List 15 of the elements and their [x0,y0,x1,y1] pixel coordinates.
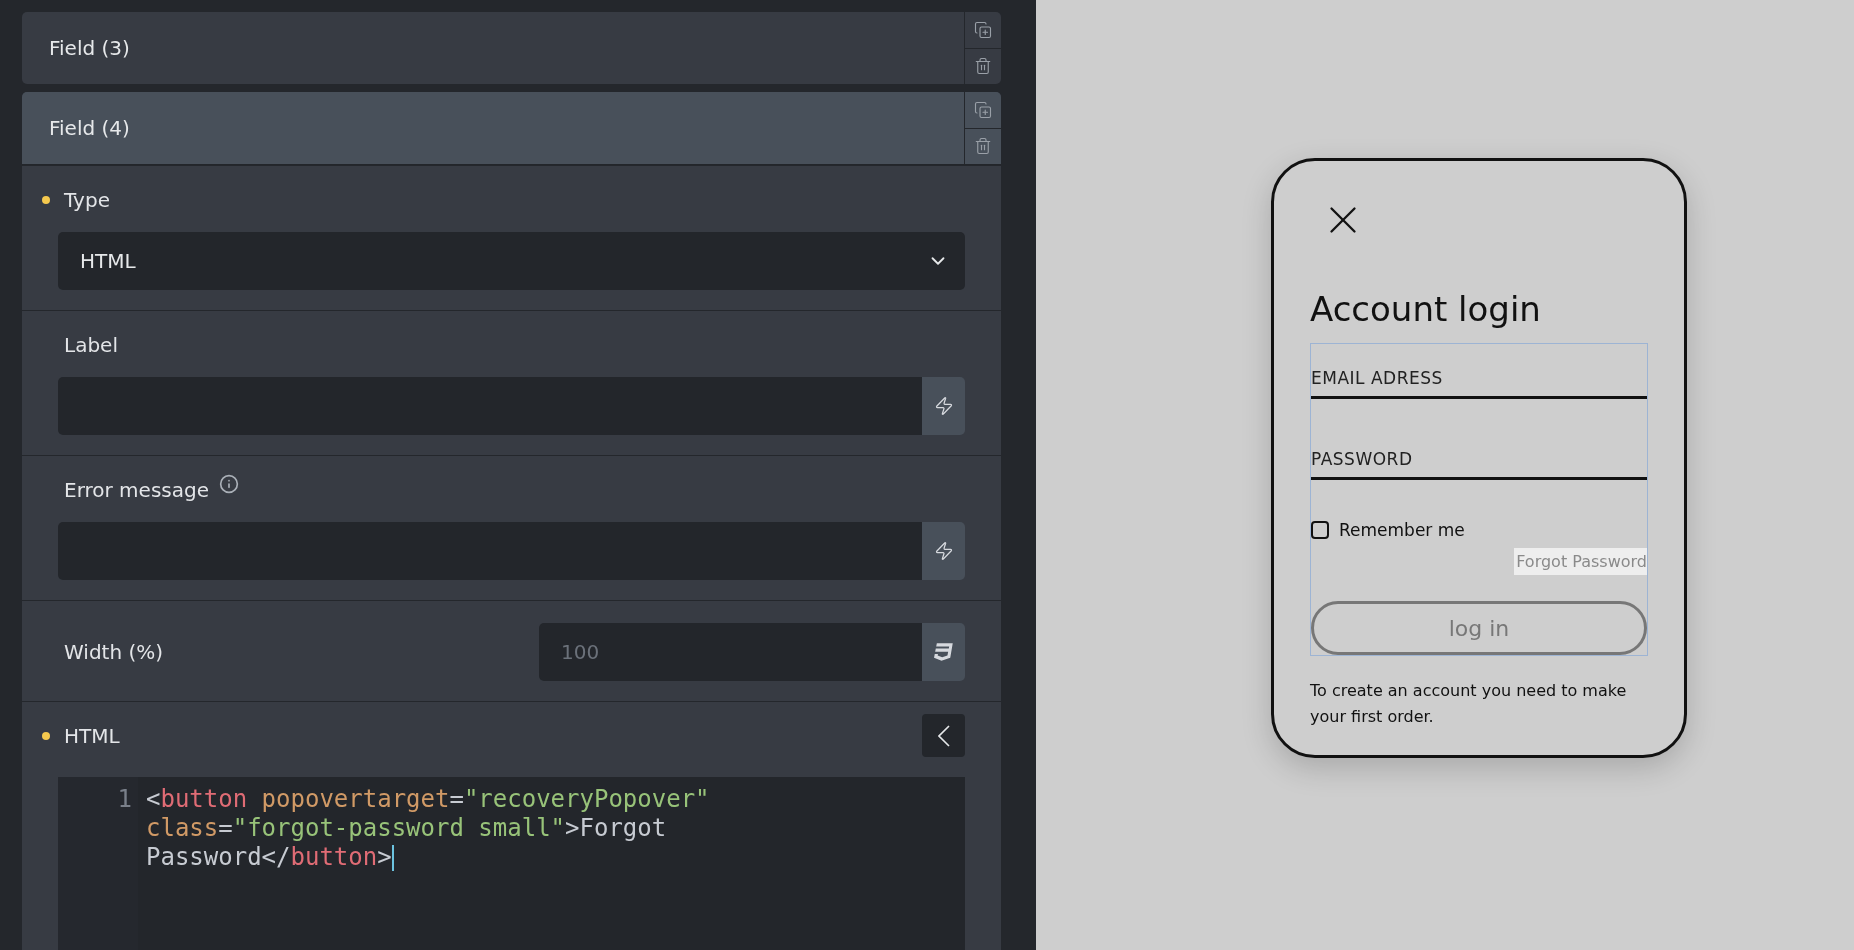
field-header[interactable]: Field (4) [22,92,1001,165]
remember-label: Remember me [1339,520,1465,540]
setting-label: HTML [64,723,120,748]
code-text[interactable]: <button popovertarget="recoveryPopover" class="forgot-password small">Forgot Password</button> [138,777,819,950]
modal-title: Account login [1310,289,1542,329]
underline-field[interactable]: PASSWORD [1311,425,1647,480]
type-select[interactable]: HTML [58,232,965,290]
setting-label: Error message [64,478,209,502]
setting-label: Label [64,333,118,357]
setting-label: Width (%) [64,640,164,664]
setting-label: Type [64,188,110,212]
underline-field[interactable]: EMAIL ADRESS [1311,344,1647,399]
field-title: Field (4) [48,115,131,142]
field-title: Field (3) [48,35,131,62]
account-note: To create an account you need to make your first order. [1310,680,1628,728]
